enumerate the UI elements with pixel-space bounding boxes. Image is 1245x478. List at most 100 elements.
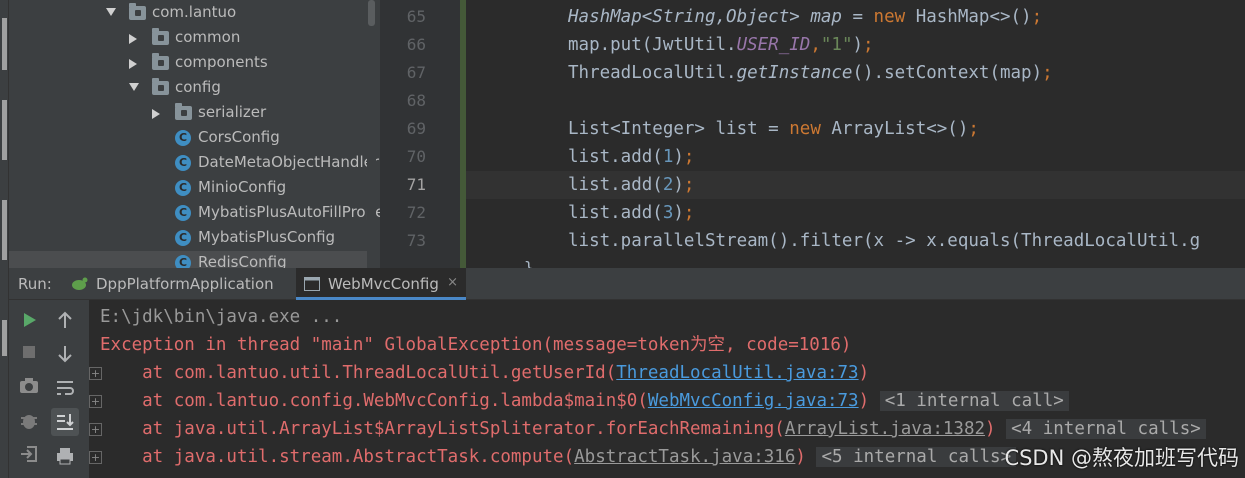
- tree-item-label: MybatisPlusConfig: [198, 228, 336, 246]
- tab-label: DppPlatformApplication: [96, 275, 274, 293]
- line-number: 67: [406, 63, 426, 82]
- tree-item-com-lantuo[interactable]: com.lantuo: [9, 1, 369, 26]
- tree-item-label: MybatisPlusAutoFillProperties: [198, 203, 380, 221]
- line-number: 70: [406, 147, 426, 166]
- favorites-tool-tab[interactable]: [2, 200, 7, 260]
- chevron-down-icon[interactable]: [129, 83, 139, 91]
- expand-icon[interactable]: +: [89, 451, 102, 464]
- side-tool-tab[interactable]: [2, 320, 7, 356]
- class-icon: C: [175, 255, 191, 268]
- stack-frame-text: at com.lantuo.util.ThreadLocalUtil.getUs…: [100, 363, 617, 383]
- scroll-to-end-icon[interactable]: [51, 408, 79, 436]
- source-link[interactable]: ThreadLocalUtil.java:73: [616, 363, 858, 383]
- tree-scrollbar[interactable]: [367, 0, 376, 268]
- internal-calls-chip[interactable]: <4 internal calls>: [1006, 419, 1206, 439]
- tree-item-label: config: [175, 78, 221, 96]
- tree-item-redis-config[interactable]: C RedisConfig: [9, 251, 369, 268]
- spring-app-icon: [72, 277, 88, 290]
- line-number: 69: [406, 119, 426, 138]
- line-number: 65: [406, 7, 426, 26]
- tree-item-label: components: [175, 53, 268, 71]
- run-tab-bar: Run: DppPlatformApplication WebMvcConfig…: [9, 268, 1245, 300]
- chevron-right-icon[interactable]: [152, 109, 160, 119]
- bug-icon[interactable]: [15, 406, 43, 434]
- code-line-66: map.put(JwtUtil.USER_ID,"1");: [568, 35, 874, 55]
- structure-tool-tab[interactable]: [2, 100, 7, 160]
- stack-frame-suffix: ): [985, 419, 996, 439]
- console-icon: [304, 277, 320, 291]
- expand-icon[interactable]: +: [89, 367, 102, 380]
- tree-item-mybatis-plus-autofill[interactable]: C MybatisPlusAutoFillProperties: [9, 201, 380, 226]
- source-link[interactable]: WebMvcConfig.java:73: [648, 391, 859, 411]
- stack-frame: at java.util.stream.AbstractTask.compute…: [100, 443, 1017, 471]
- run-icon[interactable]: [15, 306, 43, 334]
- tree-item-mybatis-plus-config[interactable]: C MybatisPlusConfig: [9, 226, 369, 251]
- package-icon: [152, 53, 169, 70]
- tree-item-serializer[interactable]: serializer: [9, 101, 369, 126]
- code-editor[interactable]: HashMap<String,Object> map = new HashMap…: [466, 0, 1245, 268]
- chevron-down-icon[interactable]: [106, 8, 116, 16]
- code-line-69: List<Integer> list = new ArrayList<>();: [568, 119, 979, 139]
- stack-frame-text: at java.util.ArrayList$ArrayListSplitera…: [100, 419, 785, 439]
- tree-item-minio-config[interactable]: C MinioConfig: [9, 176, 369, 201]
- class-icon: C: [175, 230, 191, 246]
- chevron-right-icon[interactable]: [129, 34, 137, 44]
- stack-frame: at com.lantuo.config.WebMvcConfig.lambda…: [100, 387, 1069, 415]
- tree-item-label: DateMetaObjectHandler: [198, 153, 380, 171]
- source-link[interactable]: ArrayList.java:1382: [785, 419, 985, 439]
- close-icon[interactable]: ×: [447, 275, 458, 290]
- source-link[interactable]: AbstractTask.java:316: [574, 447, 795, 467]
- code-closing-brace: }: [524, 258, 534, 268]
- stack-frame-text: at com.lantuo.config.WebMvcConfig.lambda…: [100, 391, 648, 411]
- scrollbar-thumb[interactable]: [368, 0, 375, 26]
- left-tool-strip[interactable]: [0, 0, 9, 478]
- code-line-67: ThreadLocalUtil.getInstance().setContext…: [568, 63, 1053, 83]
- stack-frame-suffix: ): [858, 391, 870, 411]
- stack-frame: at java.util.ArrayList$ArrayListSplitera…: [100, 415, 1206, 443]
- internal-calls-chip[interactable]: <1 internal call>: [879, 391, 1069, 411]
- stack-frame-suffix: ): [858, 363, 870, 383]
- expand-icon[interactable]: +: [89, 423, 102, 436]
- login-icon[interactable]: [15, 440, 43, 468]
- package-icon: [152, 78, 169, 95]
- class-icon: C: [175, 180, 191, 196]
- package-icon: [175, 103, 192, 120]
- editor-gutter[interactable]: 65 66 67 68 69 70 71 72 73: [380, 0, 466, 268]
- tree-item-label: common: [175, 28, 241, 46]
- tab-webmvcconfig[interactable]: WebMvcConfig ×: [296, 268, 466, 300]
- tree-item-label: MinioConfig: [198, 178, 287, 196]
- tree-item-date-meta-object-handler[interactable]: C DateMetaObjectHandler: [9, 151, 379, 176]
- chevron-right-icon[interactable]: [129, 59, 137, 69]
- project-tool-tab[interactable]: [2, 18, 7, 70]
- scroll-up-icon[interactable]: [51, 306, 79, 334]
- camera-icon[interactable]: [15, 372, 43, 400]
- tree-item-cors-config[interactable]: C CorsConfig: [9, 126, 369, 151]
- package-icon: [152, 28, 169, 45]
- scroll-down-icon[interactable]: [51, 340, 79, 368]
- expand-icon[interactable]: +: [89, 395, 102, 408]
- tree-item-label: com.lantuo: [152, 3, 237, 21]
- tab-dpp-platform-application[interactable]: DppPlatformApplication: [64, 268, 294, 300]
- project-tree[interactable]: com.lantuo common components config seri…: [9, 0, 380, 268]
- code-line-70: list.add(1);: [568, 147, 695, 167]
- tree-item-label: RedisConfig: [198, 253, 287, 268]
- code-line-65: HashMap<String,Object> map = new HashMap…: [568, 7, 1043, 27]
- print-icon[interactable]: [51, 442, 79, 470]
- soft-wrap-icon[interactable]: [51, 374, 79, 402]
- internal-calls-chip[interactable]: <5 internal calls>: [816, 447, 1017, 467]
- tree-item-label: CorsConfig: [198, 128, 280, 146]
- console-command-line: E:\jdk\bin\java.exe ...: [100, 307, 343, 327]
- class-icon: C: [175, 205, 191, 221]
- tree-item-config[interactable]: config: [9, 76, 369, 101]
- package-icon: [129, 3, 146, 20]
- line-number: 68: [406, 91, 426, 110]
- tree-item-components[interactable]: components: [9, 51, 369, 76]
- code-line-73: list.parallelStream().filter(x -> x.equa…: [568, 231, 1201, 251]
- stop-icon[interactable]: [15, 338, 43, 366]
- tree-item-label: serializer: [198, 103, 267, 121]
- line-number-current: 71: [406, 175, 426, 194]
- line-number: 66: [406, 35, 426, 54]
- tree-item-common[interactable]: common: [9, 26, 369, 51]
- class-icon: C: [175, 155, 191, 171]
- stack-frame-suffix: ): [795, 447, 806, 467]
